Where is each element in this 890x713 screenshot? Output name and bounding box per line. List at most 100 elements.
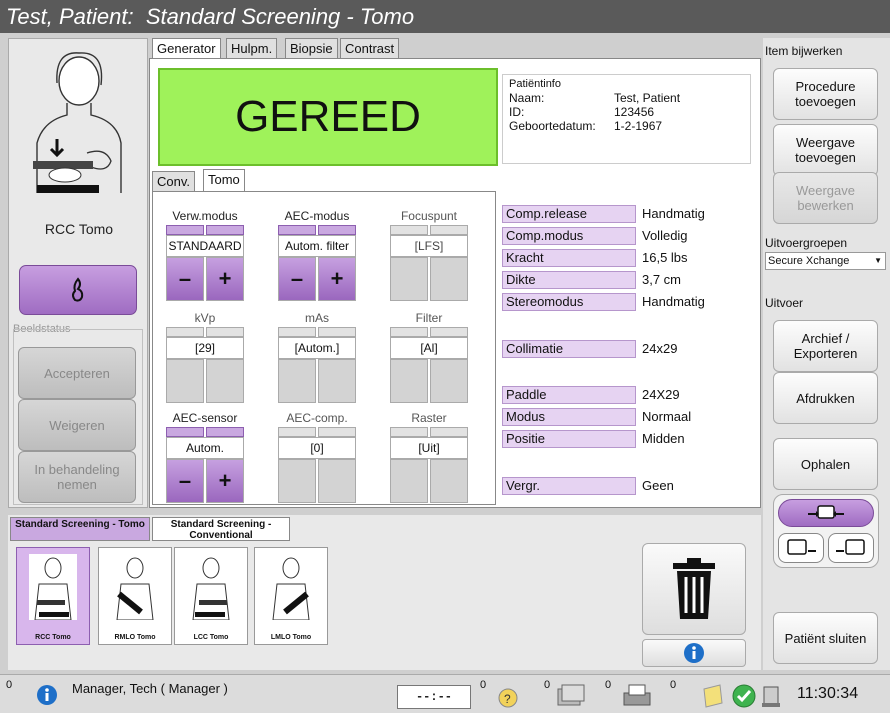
kvp-label: kVp (194, 311, 216, 325)
param-key: Modus (502, 408, 636, 426)
trash-icon (673, 558, 715, 619)
count-1: 0 (480, 679, 487, 691)
verw-next[interactable] (206, 225, 244, 235)
aec-sensor-label: AEC-sensor (172, 411, 238, 425)
delete-button[interactable] (642, 543, 746, 635)
reject-button[interactable]: Weigeren (18, 399, 136, 451)
aec-sensor-prev[interactable] (166, 427, 204, 437)
output-group-select[interactable]: Secure Xchange ▼ (765, 252, 886, 270)
uitvoergroepen-label: Uitvoergroepen (765, 236, 848, 250)
filter-control: [Al] (390, 327, 468, 403)
left-panel: RCC Tomo Beeldstatus Accepteren Weigeren… (8, 38, 148, 508)
procedure-area: Standard Screening - Tomo Standard Scree… (8, 515, 761, 670)
procedure-tab-conventional[interactable]: Standard Screening - Conventional (152, 517, 290, 541)
device-icon[interactable] (758, 683, 784, 709)
aec-modus-next[interactable] (318, 225, 356, 235)
verw-plus-button[interactable]: + (206, 257, 244, 301)
help-icon[interactable]: ? (497, 687, 519, 709)
close-patient-button[interactable]: Patiënt sluiten (773, 612, 878, 664)
note-icon[interactable] (700, 683, 726, 709)
param-key: Kracht (502, 249, 636, 267)
name-key: Naam: (509, 91, 545, 105)
add-procedure-button[interactable]: Procedure toevoegen (773, 68, 878, 120)
thumbnail-rcc-tomo[interactable]: RCC Tomo (16, 547, 90, 645)
verw-minus-button[interactable]: – (166, 257, 204, 301)
aec-sensor-next[interactable] (206, 427, 244, 437)
raster-label: Raster (411, 411, 447, 425)
count-3: 0 (605, 679, 612, 691)
thumbnail-label: LCC Tomo (193, 634, 229, 641)
paddle-right-button[interactable] (828, 533, 874, 563)
id-key: ID: (509, 105, 525, 119)
retrieve-button[interactable]: Ophalen (773, 438, 878, 490)
id-value: 123456 (614, 105, 655, 119)
verw-prev[interactable] (166, 225, 204, 235)
thumbnail-lcc-tomo[interactable]: LCC Tomo (174, 547, 248, 645)
tab-generator[interactable]: Generator (152, 38, 221, 58)
param-row: Collimatie 24x29 (502, 340, 752, 358)
mas-label: mAs (305, 311, 329, 325)
param-key: Comp.modus (502, 227, 636, 245)
focus-label: Focuspunt (400, 209, 458, 223)
tab-tomo[interactable]: Tomo (203, 169, 245, 192)
param-row: Modus Normaal (502, 408, 752, 426)
verw-value: STANDAARD (166, 235, 244, 257)
param-value: 24x29 (642, 341, 678, 356)
param-value: 3,7 cm (642, 272, 682, 287)
edit-view-button[interactable]: Weergave bewerken (773, 172, 878, 224)
info-icon (684, 643, 704, 663)
param-row: Positie Midden (502, 430, 752, 448)
param-value: 24X29 (642, 387, 680, 402)
tab-contrast[interactable]: Contrast (340, 38, 400, 58)
aec-sensor-minus-button[interactable]: – (166, 459, 204, 503)
add-view-button[interactable]: Weergave toevoegen (773, 124, 878, 176)
paddle-left-button[interactable] (778, 533, 824, 563)
implant-button[interactable] (19, 265, 137, 315)
patient-info-header: Patiëntinfo (509, 78, 561, 90)
thumbnail-label: RCC Tomo (35, 634, 71, 641)
info-button[interactable] (642, 639, 746, 667)
param-key: Positie (502, 430, 636, 448)
aec-modus-plus-button[interactable]: + (318, 257, 356, 301)
param-value: Normaal (642, 409, 692, 424)
aec-modus-value: Autom. filter (278, 235, 356, 257)
raster-value: [Uit] (390, 437, 468, 459)
rmlo-view-icon (116, 557, 154, 620)
current-user[interactable]: Manager, Tech ( Manager ) (72, 681, 228, 696)
pending-button[interactable]: In behandeling nemen (18, 451, 136, 503)
info-icon[interactable] (36, 684, 58, 706)
image-queue-icon[interactable] (554, 683, 588, 709)
clock: 11:30:34 (797, 685, 859, 702)
accept-button[interactable]: Accepteren (18, 347, 136, 399)
printer-icon[interactable] (620, 683, 654, 709)
status-ok-icon[interactable] (732, 684, 756, 708)
aec-modus-prev[interactable] (278, 225, 316, 235)
param-row: Kracht 16,5 lbs (502, 249, 752, 267)
paddle-right-icon (836, 539, 865, 555)
aec-modus-minus-button[interactable]: – (278, 257, 316, 301)
svg-text:?: ? (504, 692, 511, 706)
thumbnail-rmlo-tomo[interactable]: RMLO Tomo (98, 547, 172, 645)
count-2: 0 (544, 679, 551, 691)
procedure-tab-tomo[interactable]: Standard Screening - Tomo (10, 517, 150, 541)
kvp-control: [29] (166, 327, 244, 403)
lmlo-view-icon (272, 557, 310, 620)
tab-conv[interactable]: Conv. (152, 171, 195, 192)
patient-info: Patiëntinfo Naam: Test, Patient ID: 123456… (502, 74, 751, 164)
print-button[interactable]: Afdrukken (773, 372, 878, 424)
tab-biopsie[interactable]: Biopsie (285, 38, 338, 58)
param-row: Stereomodus Handmatig (502, 293, 752, 311)
param-key: Dikte (502, 271, 636, 289)
dob-key: Geboortedatum: (509, 119, 596, 133)
output-group-value: Secure Xchange (768, 255, 850, 267)
paddle-center-button[interactable] (778, 499, 874, 527)
param-key: Paddle (502, 386, 636, 404)
tab-hulpm[interactable]: Hulpm. (226, 38, 278, 58)
rcc-view-icon (29, 554, 77, 620)
archive-export-button[interactable]: Archief / Exporteren (773, 320, 878, 372)
aec-sensor-plus-button[interactable]: + (206, 459, 244, 503)
param-key: Collimatie (502, 340, 636, 358)
mas-value: [Autom.] (278, 337, 356, 359)
thumbnail-lmlo-tomo[interactable]: LMLO Tomo (254, 547, 328, 645)
param-row: Comp.release Handmatig (502, 205, 752, 223)
